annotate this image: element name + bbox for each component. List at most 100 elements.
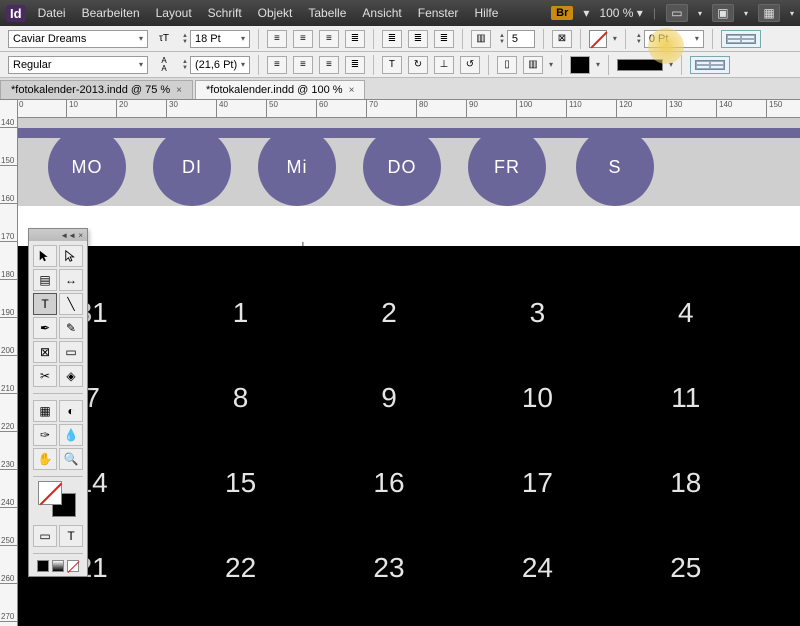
menu-ansicht[interactable]: Ansicht [362, 6, 401, 20]
close-icon[interactable]: × [176, 85, 182, 96]
tab-fotokalender[interactable]: *fotokalender.indd @ 100 %× [195, 80, 365, 99]
menu-fenster[interactable]: Fenster [418, 6, 459, 20]
calendar-cell[interactable]: 25 [612, 525, 760, 610]
pencil-tool[interactable]: ✎ [59, 317, 83, 339]
calendar-cell[interactable]: 18 [612, 440, 760, 525]
calendar-cell[interactable]: 4 [612, 270, 760, 355]
gradient-feather-tool[interactable]: ◐ [59, 400, 83, 422]
valign-center-icon[interactable]: ≡ [293, 56, 313, 74]
calendar-cell[interactable]: 10 [463, 355, 611, 440]
valign-bottom-icon[interactable]: ≡ [319, 56, 339, 74]
align-left-icon[interactable]: ≡ [267, 30, 287, 48]
note-tool[interactable]: ✑ [33, 424, 57, 446]
tab-fotokalender-2013[interactable]: *fotokalender-2013.indd @ 75 %× [0, 80, 193, 99]
font-size-spinner[interactable]: ▲▼18 Pt▾ [180, 30, 250, 48]
menu-datei[interactable]: Datei [38, 6, 66, 20]
calendar-grid[interactable]: 311234789101114151617182122232425 [18, 246, 800, 626]
menu-tabelle[interactable]: Tabelle [308, 6, 346, 20]
calendar-cell[interactable] [760, 525, 800, 610]
menu-layout[interactable]: Layout [156, 6, 192, 20]
justify-icon[interactable]: ≣ [345, 30, 365, 48]
panel-collapse-icon[interactable]: ◄◄ × [29, 229, 87, 241]
calendar-cell[interactable]: 9 [315, 355, 463, 440]
justify-left-icon[interactable]: ≣ [382, 30, 402, 48]
calendar-cell[interactable] [760, 355, 800, 440]
zoom-tool[interactable]: 🔍 [59, 448, 83, 470]
page-tool[interactable]: ▤ [33, 269, 57, 291]
ruler-horizontal[interactable]: 0102030405060708090100110120130140150 [18, 100, 800, 118]
menu-schrift[interactable]: Schrift [208, 6, 242, 20]
menu-hilfe[interactable]: Hilfe [474, 6, 498, 20]
stroke-style[interactable] [617, 59, 663, 71]
rotate-90-icon[interactable]: ↺ [460, 56, 480, 74]
gap-tool[interactable]: ↔ [59, 269, 83, 291]
calendar-cell[interactable] [760, 440, 800, 525]
calendar-cell[interactable]: 2 [315, 270, 463, 355]
format-text-icon[interactable]: T [59, 525, 83, 547]
calendar-cell[interactable]: 3 [463, 270, 611, 355]
direct-selection-tool[interactable] [59, 245, 83, 267]
fill-swatch[interactable] [589, 30, 607, 48]
columns-icon[interactable]: ▥ [471, 30, 491, 48]
scissors-tool[interactable]: ✂ [33, 365, 57, 387]
rectangle-frame-tool[interactable]: ⊠ [33, 341, 57, 363]
fill-stroke-proxy[interactable] [38, 481, 78, 517]
gradient-swatch-tool[interactable]: ▦ [33, 400, 57, 422]
day-circle-s[interactable]: S [576, 128, 654, 206]
eyedropper-tool[interactable]: 💧 [59, 424, 83, 446]
calendar-cell[interactable]: 23 [315, 525, 463, 610]
day-circle-di[interactable]: DI [153, 128, 231, 206]
day-circle-fr[interactable]: FR [468, 128, 546, 206]
rotate-270-icon[interactable]: ↻ [408, 56, 428, 74]
leading-spinner[interactable]: ▲▼(21,6 Pt)▾ [180, 56, 250, 74]
pen-tool[interactable]: ✒ [33, 317, 57, 339]
hand-tool[interactable]: ✋ [33, 448, 57, 470]
calendar-cell[interactable]: 24 [463, 525, 611, 610]
cell-style-icon[interactable] [690, 56, 730, 74]
calendar-cell[interactable]: 17 [463, 440, 611, 525]
menu-bearbeiten[interactable]: Bearbeiten [82, 6, 140, 20]
merge-cells-icon[interactable]: ▯ [497, 56, 517, 74]
valign-top-icon[interactable]: ≡ [267, 56, 287, 74]
stroke-weight-spinner[interactable]: ▲▼0 Pt▾ [634, 30, 704, 48]
calendar-cell[interactable]: 16 [315, 440, 463, 525]
valign-justify-icon[interactable]: ≣ [345, 56, 365, 74]
calendar-cell[interactable]: 1 [166, 270, 314, 355]
stroke-swatch[interactable] [570, 56, 590, 74]
rotate-flip-icon[interactable]: ⊥ [434, 56, 454, 74]
line-tool[interactable]: ╲ [59, 293, 83, 315]
close-icon[interactable]: × [349, 85, 355, 96]
columns-spinner[interactable]: ▲▼5 [497, 30, 535, 48]
selection-tool[interactable] [33, 245, 57, 267]
rectangle-tool[interactable]: ▭ [59, 341, 83, 363]
calendar-cell[interactable]: 22 [166, 525, 314, 610]
no-break-icon[interactable]: ⊠ [552, 30, 572, 48]
justify-right-icon[interactable]: ≣ [434, 30, 454, 48]
day-circle-mi[interactable]: Mi [258, 128, 336, 206]
bridge-button[interactable]: Br [551, 6, 573, 20]
arrange-icon[interactable]: ▦ [758, 4, 780, 22]
font-weight-dropdown[interactable]: Regular▾ [8, 56, 148, 74]
format-container-icon[interactable]: ▭ [33, 525, 57, 547]
cell-options-icon[interactable] [721, 30, 761, 48]
calendar-cell[interactable]: 15 [166, 440, 314, 525]
justify-center-icon[interactable]: ≣ [408, 30, 428, 48]
view-mode-icon[interactable]: ▭ [666, 4, 688, 22]
free-transform-tool[interactable]: ◈ [59, 365, 83, 387]
zoom-level[interactable]: 100 % ▾ [599, 6, 642, 20]
menu-objekt[interactable]: Objekt [258, 6, 293, 20]
document-canvas[interactable]: MODIMiDOFRS ↓ 31123478910111415161718212… [18, 118, 800, 626]
split-cell-icon[interactable]: ▥ [523, 56, 543, 74]
font-family-dropdown[interactable]: Caviar Dreams▾ [8, 30, 148, 48]
day-circle-mo[interactable]: MO [48, 128, 126, 206]
align-right-icon[interactable]: ≡ [319, 30, 339, 48]
calendar-cell[interactable]: 8 [166, 355, 314, 440]
calendar-cell[interactable]: 11 [612, 355, 760, 440]
default-swatches[interactable] [29, 556, 87, 576]
calendar-cell[interactable] [760, 270, 800, 355]
day-circle-do[interactable]: DO [363, 128, 441, 206]
ruler-vertical[interactable]: 1401501601701801902002102202302402502602… [0, 100, 18, 626]
type-tool[interactable]: T [33, 293, 57, 315]
text-orient-icon[interactable]: T [382, 56, 402, 74]
screen-mode-icon[interactable]: ▣ [712, 4, 734, 22]
